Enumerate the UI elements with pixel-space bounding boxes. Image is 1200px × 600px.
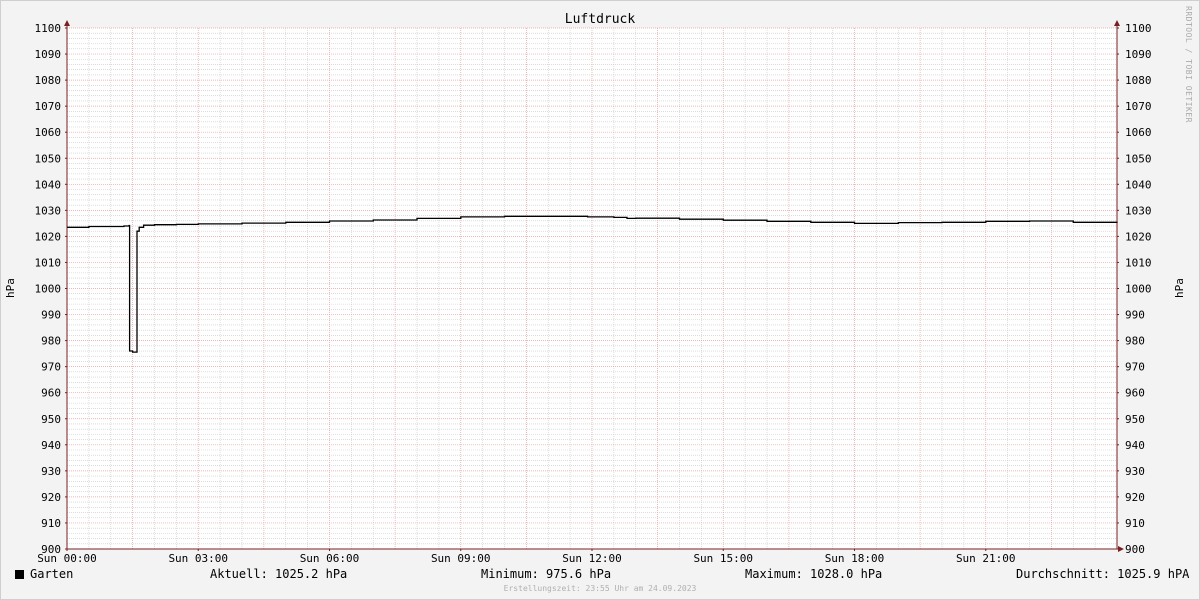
- y-axis-arrow-left: [64, 20, 70, 26]
- y-tick-label-left: 1010: [35, 256, 62, 269]
- legend-series-name: Garten: [30, 567, 74, 581]
- y-tick-label-left: 1030: [35, 204, 62, 217]
- y-tick-label-left: 930: [41, 465, 61, 478]
- y-tick-label-left: 950: [41, 413, 61, 426]
- legend-current: Aktuell: 1025.2 hPa: [210, 567, 348, 581]
- y-tick-label-right: 1040: [1125, 178, 1152, 191]
- y-tick-label-right: 1000: [1125, 283, 1152, 296]
- y-tick-label-left: 970: [41, 361, 61, 374]
- y-tick-label-right: 970: [1125, 361, 1145, 374]
- y-tick-label-left: 1040: [35, 178, 62, 191]
- y-axis-label-right: hPa: [1173, 278, 1186, 298]
- y-tick-label-right: 1080: [1125, 74, 1152, 87]
- y-tick-label-left: 940: [41, 439, 61, 452]
- y-tick-label-left: 1080: [35, 74, 62, 87]
- legend-average: Durchschnitt: 1025.9 hPA: [1016, 567, 1190, 581]
- x-tick-label: Sun 09:00: [431, 552, 491, 565]
- y-tick-label-right: 940: [1125, 439, 1145, 452]
- y-tick-label-left: 960: [41, 387, 61, 400]
- x-tick-label: Sun 03:00: [168, 552, 228, 565]
- y-tick-label-left: 1090: [35, 48, 62, 61]
- footer-timestamp: Erstellungszeit: 23:55 Uhr am 24.09.2023: [503, 584, 697, 593]
- y-tick-label-right: 980: [1125, 335, 1145, 348]
- x-tick-label: Sun 21:00: [956, 552, 1016, 565]
- y-tick-label-left: 990: [41, 309, 61, 322]
- y-tick-label-right: 990: [1125, 309, 1145, 322]
- y-tick-label-right: 1030: [1125, 204, 1152, 217]
- y-tick-label-left: 920: [41, 491, 61, 504]
- y-tick-labels-right: 900 910 920 930 940 950 960 970 980 990 1000 1010 10…: [1125, 22, 1152, 556]
- legend-swatch: [15, 570, 24, 579]
- y-tick-label-left: 1100: [35, 22, 62, 35]
- y-tick-label-left: 910: [41, 517, 61, 530]
- x-tick-label: Sun 06:00: [300, 552, 360, 565]
- x-tick-label: Sun 18:00: [825, 552, 885, 565]
- y-tick-label-right: 1020: [1125, 230, 1152, 243]
- y-tick-label-left: 1050: [35, 152, 62, 165]
- y-axis-label-left: hPa: [4, 278, 17, 298]
- y-axis-arrow-right: [1114, 20, 1120, 26]
- x-tick-labels: Sun 00:00 Sun 03:00 Sun 06:00 Sun 09:00 Sun …: [37, 552, 1015, 565]
- luftdruck-chart: 900 910 920 930 940 950 960 970 980 990 1000 1010 10…: [4, 12, 1186, 565]
- y-tick-label-left: 980: [41, 335, 61, 348]
- y-tick-labels-left: 9009109209309409509609709809901000101010…: [35, 22, 62, 556]
- x-tick-label: Sun 15:00: [693, 552, 753, 565]
- legend-series: Garten: [15, 567, 73, 581]
- rrdtool-credit: RRDTOOL / TOBI OETIKER: [1184, 6, 1193, 123]
- y-tick-label-right: 950: [1125, 413, 1145, 426]
- y-tick-label-right: 1010: [1125, 256, 1152, 269]
- y-tick-label-left: 1000: [35, 283, 62, 296]
- y-tick-label-left: 1020: [35, 230, 62, 243]
- legend-maximum: Maximum: 1028.0 hPa: [745, 567, 883, 581]
- y-tick-label-right: 1090: [1125, 48, 1152, 61]
- y-tick-label-right: 1100: [1125, 22, 1152, 35]
- y-tick-label-right: 910: [1125, 517, 1145, 530]
- y-tick-label-right: 920: [1125, 491, 1145, 504]
- y-tick-label-right: 900: [1125, 543, 1145, 556]
- y-tick-label-right: 1070: [1125, 100, 1152, 113]
- y-tick-label-right: 960: [1125, 387, 1145, 400]
- y-tick-label-right: 930: [1125, 465, 1145, 478]
- y-tick-label-right: 1060: [1125, 126, 1152, 139]
- y-tick-label-left: 1070: [35, 100, 62, 113]
- y-tick-label-right: 1050: [1125, 152, 1152, 165]
- x-tick-label: Sun 00:00: [37, 552, 97, 565]
- legend-minimum: Minimum: 975.6 hPa: [481, 567, 612, 581]
- x-tick-label: Sun 12:00: [562, 552, 622, 565]
- y-tick-label-left: 1060: [35, 126, 62, 139]
- chart-title: Luftdruck: [565, 12, 636, 27]
